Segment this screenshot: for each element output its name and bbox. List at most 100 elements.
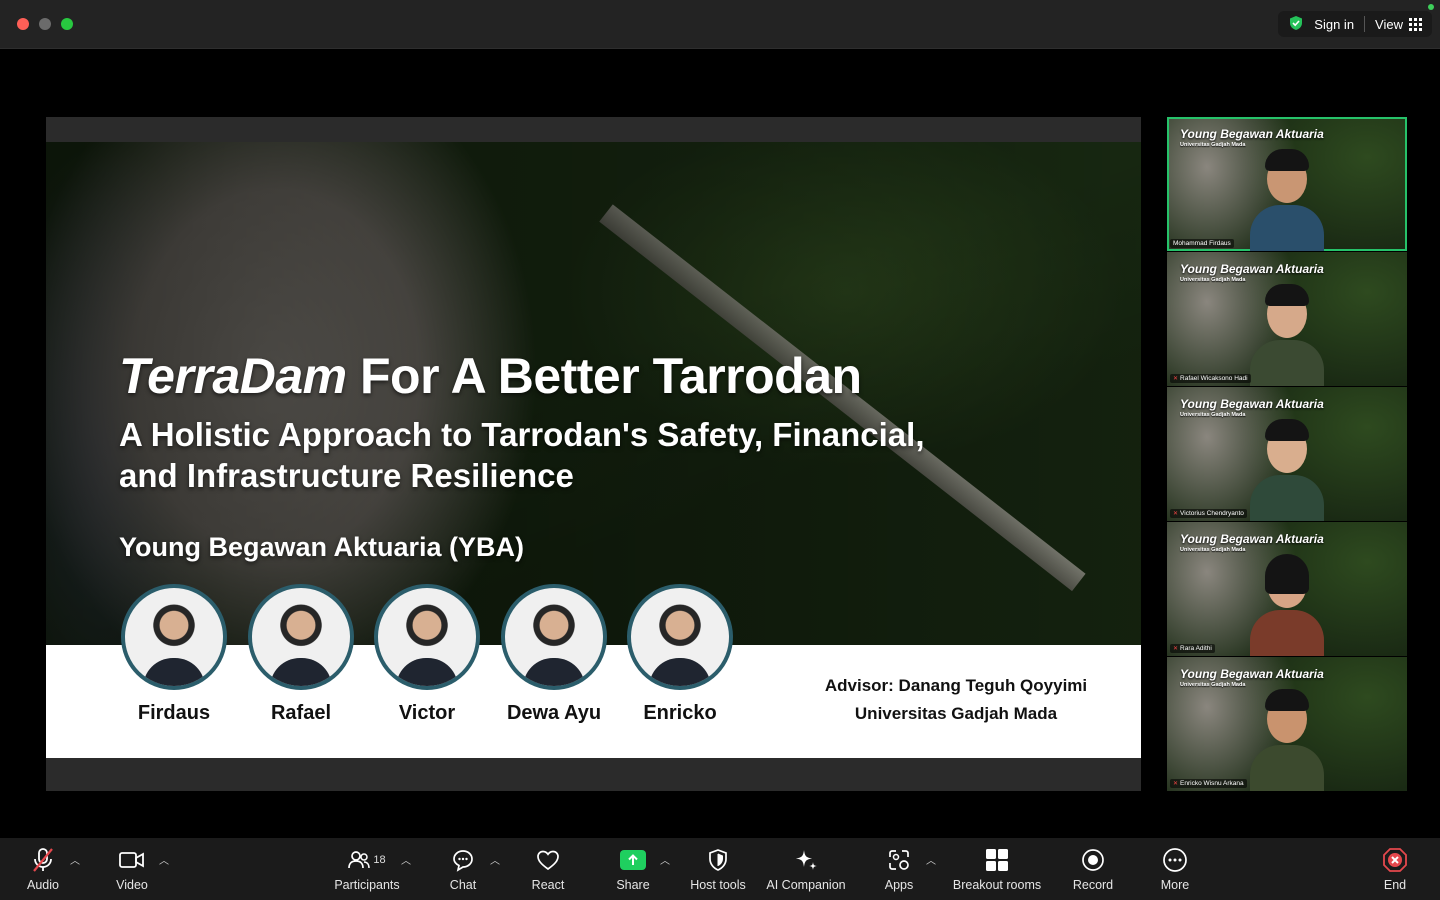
apps-button[interactable]: Apps (876, 846, 922, 892)
audio-button[interactable]: Audio (18, 846, 68, 892)
end-label: End (1383, 878, 1407, 892)
participant-name: Rara Adithi (1180, 645, 1212, 652)
video-tile[interactable]: Young Begawan Aktuaria Universitas Gadja… (1167, 522, 1407, 656)
participant-video (1250, 687, 1324, 791)
tile-bg-subtitle: Universitas Gadjah Mada (1180, 547, 1246, 553)
tile-bg-title: Young Begawan Aktuaria (1180, 667, 1324, 681)
muted-mic-icon: ✕ (1173, 376, 1179, 382)
ai-companion-button[interactable]: AI Companion (764, 846, 848, 892)
breakout-rooms-icon (986, 849, 1008, 871)
team-member: Rafael (238, 584, 364, 725)
participants-icon (348, 851, 371, 869)
slide-team-name: Young Begawan Aktuaria (YBA) (119, 532, 525, 562)
member-photo (501, 584, 607, 690)
shared-screen[interactable]: TerraDam For A Better Tarrodan A Holisti… (46, 117, 1141, 791)
participant-video (1250, 282, 1324, 386)
slide-subtitle-line1: A Holistic Approach to Tarrodan's Safety… (119, 416, 925, 453)
view-button[interactable]: View (1375, 17, 1422, 32)
participants-button[interactable]: 18 Participants (330, 846, 404, 892)
view-label: View (1375, 16, 1403, 32)
participant-name-wrap: ✕ Rara Adithi (1170, 644, 1215, 653)
team-member: Firdaus (111, 584, 237, 725)
audio-options-chevron-icon[interactable]: ︿ (70, 852, 80, 867)
fullscreen-window-button[interactable] (61, 18, 73, 30)
tile-bg-subtitle: Universitas Gadjah Mada (1180, 142, 1246, 148)
share-screen-icon (620, 850, 646, 870)
chat-options-chevron-icon[interactable]: ︿ (490, 852, 500, 867)
share-options-chevron-icon[interactable]: ︿ (660, 852, 670, 867)
sign-in-button[interactable]: Sign in (1314, 17, 1354, 32)
participant-name-wrap: ✕ Enricko Wisnu Arkana (1170, 779, 1247, 788)
status-indicator (1428, 4, 1434, 10)
minimize-window-button[interactable] (39, 18, 51, 30)
tile-bg-title: Young Begawan Aktuaria (1180, 532, 1324, 546)
participant-name: Mohammad Firdaus (1170, 239, 1234, 248)
grid-icon (1409, 17, 1422, 31)
host-tools-button[interactable]: Host tools (686, 846, 750, 892)
tile-bg-subtitle: Universitas Gadjah Mada (1180, 412, 1246, 418)
host-tools-label: Host tools (690, 878, 746, 892)
video-tile[interactable]: Young Begawan Aktuaria Universitas Gadja… (1167, 252, 1407, 386)
participant-count: 18 (373, 854, 386, 866)
participants-options-chevron-icon[interactable]: ︿ (401, 852, 411, 867)
presentation-slide: TerraDam For A Better Tarrodan A Holisti… (46, 142, 1141, 758)
video-button[interactable]: Video (107, 846, 157, 892)
share-label: Share (616, 878, 650, 892)
record-icon (1082, 849, 1104, 871)
participant-name-wrap: ✕ Rafael Wicaksono Hadi (1170, 374, 1251, 383)
end-meeting-button[interactable]: End (1374, 846, 1416, 892)
advisor-university: Universitas Gadjah Mada (854, 704, 1058, 723)
more-button[interactable]: More (1152, 846, 1198, 892)
team-member: Dewa Ayu (491, 584, 617, 725)
titlebar-divider (1364, 16, 1366, 32)
tile-bg-title: Young Begawan Aktuaria (1180, 127, 1324, 141)
video-tile[interactable]: Young Begawan Aktuaria Universitas Gadja… (1167, 657, 1407, 791)
slide-subtitle: A Holistic Approach to Tarrodan's Safety… (119, 414, 979, 496)
more-dots-icon (1163, 848, 1187, 872)
apps-options-chevron-icon[interactable]: ︿ (926, 852, 936, 867)
chat-button[interactable]: Chat (440, 846, 486, 892)
muted-mic-icon: ✕ (1173, 511, 1179, 517)
tile-bg-subtitle: Universitas Gadjah Mada (1180, 277, 1246, 283)
member-name: Dewa Ayu (506, 702, 602, 724)
team-member: Victor (364, 584, 490, 725)
participant-video (1250, 552, 1324, 656)
tile-bg-title: Young Begawan Aktuaria (1180, 262, 1324, 276)
video-tile[interactable]: Young Begawan Aktuaria Universitas Gadja… (1167, 387, 1407, 521)
muted-mic-icon: ✕ (1173, 646, 1179, 652)
participant-name: Victorius Chendryanto (1180, 510, 1244, 517)
participant-name-wrap: ✕ Victorius Chendryanto (1170, 509, 1247, 518)
advisor-name: Advisor: Danang Teguh Qoyyimi (824, 676, 1088, 695)
react-label: React (531, 878, 565, 892)
audio-label: Audio (27, 878, 59, 892)
security-shield-icon[interactable] (1288, 15, 1304, 34)
slide-subtitle-line2: and Infrastructure Resilience (119, 457, 574, 494)
participants-label: Participants (334, 878, 400, 892)
breakout-rooms-label: Breakout rooms (952, 878, 1042, 892)
shield-icon (709, 849, 727, 871)
slide-title-rest: For A Better Tarrodan (346, 348, 862, 404)
video-options-chevron-icon[interactable]: ︿ (159, 852, 169, 867)
record-button[interactable]: Record (1068, 846, 1118, 892)
end-call-icon (1383, 848, 1407, 872)
muted-mic-icon: ✕ (1173, 781, 1179, 787)
ai-companion-label: AI Companion (766, 878, 846, 892)
member-photo (248, 584, 354, 690)
apps-label: Apps (884, 878, 914, 892)
breakout-rooms-button[interactable]: Breakout rooms (950, 846, 1044, 892)
heart-icon (537, 850, 559, 871)
participant-video (1250, 147, 1324, 251)
member-photo (121, 584, 227, 690)
video-tile[interactable]: Young Begawan Aktuaria Universitas Gadja… (1167, 117, 1407, 251)
member-name: Rafael (270, 702, 332, 724)
share-button[interactable]: Share (610, 846, 656, 892)
video-camera-icon (119, 852, 144, 868)
member-name: Firdaus (137, 702, 211, 724)
apps-icon (889, 850, 909, 870)
titlebar-controls: Sign in View (1278, 11, 1432, 37)
tile-bg-title: Young Begawan Aktuaria (1180, 397, 1324, 411)
close-window-button[interactable] (17, 18, 29, 30)
window-title-bar: Sign in View (0, 0, 1440, 49)
member-name: Victor (398, 702, 456, 724)
react-button[interactable]: React (524, 846, 572, 892)
